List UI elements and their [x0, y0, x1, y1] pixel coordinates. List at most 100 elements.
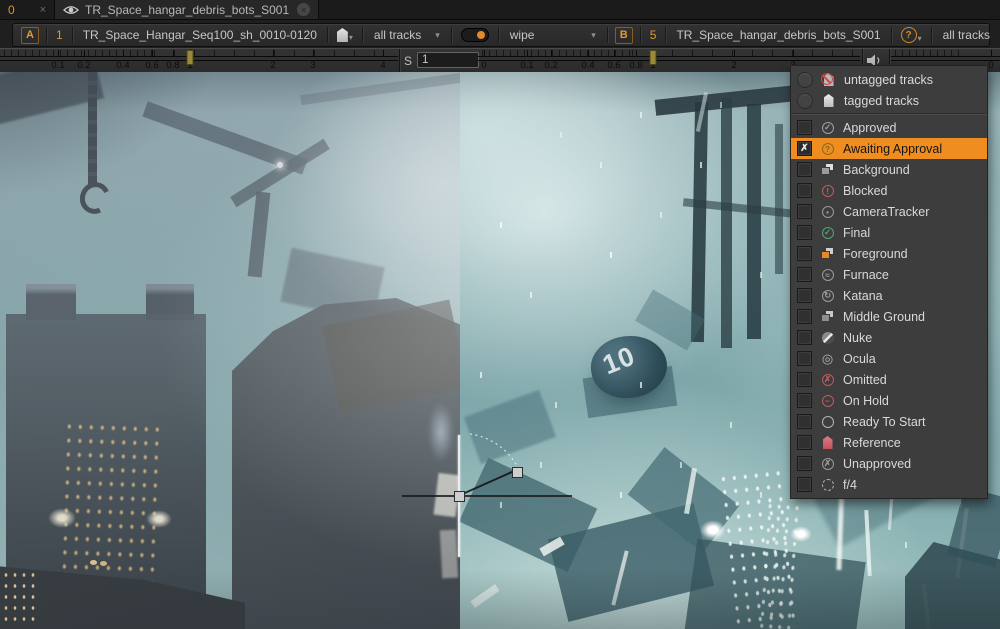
tick [313, 50, 314, 57]
divider [640, 27, 641, 43]
menu-item-tagged-tracks[interactable]: tagged tracks [791, 90, 987, 111]
nuke-icon [820, 331, 835, 345]
checkbox[interactable] [797, 120, 812, 135]
background-layers-icon [820, 163, 835, 177]
tick [123, 50, 124, 57]
tick-label: 0.6 [607, 60, 620, 71]
gain-slider[interactable]: 0.10.20.40.60.81234 [0, 49, 398, 73]
menu-item-untagged-tracks[interactable]: untagged tracks [791, 69, 987, 90]
tab-partial[interactable]: 0 × [0, 0, 55, 19]
checkbox[interactable] [797, 225, 812, 240]
checkbox[interactable] [797, 435, 812, 450]
a-tracks-dropdown[interactable]: all tracks ▾ [366, 28, 448, 42]
tick-label: 0.1 [520, 60, 533, 71]
tick-label: 0.8 [629, 60, 642, 71]
menu-item-middle-ground[interactable]: Middle Ground [791, 306, 987, 327]
tick [614, 50, 615, 57]
checkbox[interactable] [797, 309, 812, 324]
input-b-button[interactable]: B [615, 27, 633, 44]
checkbox[interactable] [797, 246, 812, 261]
gain-marker[interactable] [187, 50, 194, 65]
viewer-toolbar-row: A 1 TR_Space_Hangar_Seq100_sh_0010-0120 … [0, 20, 1000, 48]
blend-mode-dropdown[interactable]: wipe ▾ [502, 28, 604, 42]
tick-label: 0.1 [51, 60, 64, 71]
checkbox[interactable] [797, 393, 812, 408]
menu-item-background[interactable]: Background [791, 159, 987, 180]
menu-item-label: Foreground [843, 247, 908, 261]
tick-band [4, 50, 154, 56]
reference-tag-icon [820, 436, 835, 450]
a-tag-filter-button[interactable]: ▾ [331, 28, 359, 42]
checkbox[interactable] [797, 330, 812, 345]
menu-item-nuke[interactable]: Nuke [791, 327, 987, 348]
gamma-marker[interactable] [650, 50, 657, 65]
light-spot [700, 520, 726, 540]
checkbox[interactable] [797, 372, 812, 387]
tick [383, 50, 384, 57]
divider [607, 27, 608, 43]
menu-item-on-hold[interactable]: −On Hold [791, 390, 987, 411]
menu-item-blocked[interactable]: !Blocked [791, 180, 987, 201]
s-label: S [404, 54, 412, 68]
checkbox[interactable] [797, 351, 812, 366]
checkbox-checked[interactable]: ✗ [797, 141, 812, 156]
menu-item-ready-to-start[interactable]: Ready To Start [791, 411, 987, 432]
checkbox[interactable] [797, 267, 812, 282]
tick [173, 50, 174, 57]
radio[interactable] [797, 93, 813, 109]
divider [931, 27, 932, 43]
menu-item-label: Background [843, 163, 910, 177]
eye-icon [63, 5, 79, 15]
tick-label: 0.8 [166, 60, 179, 71]
menu-item-f-4[interactable]: f/4 [791, 474, 987, 495]
menu-item-approved[interactable]: ✓Approved [791, 117, 987, 138]
input-a-button[interactable]: A [21, 27, 39, 44]
radio[interactable] [797, 72, 813, 88]
menu-item-label: f/4 [843, 478, 857, 492]
menu-item-foreground[interactable]: Foreground [791, 243, 987, 264]
checkbox[interactable] [797, 288, 812, 303]
ab-blend-toggle[interactable] [461, 28, 489, 42]
tick-label: 0.6 [145, 60, 158, 71]
b-tag-filter-button[interactable]: ? ▾ [895, 27, 928, 43]
s-value-input[interactable] [417, 52, 479, 68]
tick-label: 4 [380, 60, 385, 71]
foreground-layers-icon [820, 247, 835, 261]
wipe-center-handle[interactable] [454, 491, 465, 502]
menu-item-ocula[interactable]: ◎Ocula [791, 348, 987, 369]
menu-item-unapproved[interactable]: ✗Unapproved [791, 453, 987, 474]
checkbox[interactable] [797, 204, 812, 219]
tick-label: 0.4 [116, 60, 129, 71]
tag-icon [821, 94, 836, 108]
menu-item-katana[interactable]: ↻Katana [791, 285, 987, 306]
checkbox[interactable] [797, 162, 812, 177]
divider [451, 27, 452, 43]
tick [527, 50, 528, 57]
menu-item-furnace[interactable]: ≈Furnace [791, 264, 987, 285]
close-icon[interactable]: × [40, 4, 46, 16]
menu-item-reference[interactable]: Reference [791, 432, 987, 453]
tag-filter-menu: untagged trackstagged tracks ✓Approved✗?A… [790, 65, 988, 499]
tab-active[interactable]: TR_Space_hangar_debris_bots_S001 × [55, 0, 319, 19]
b-tracks-dropdown[interactable]: all tracks ▾ [935, 28, 1000, 42]
hiero-viewer-window: 0 × TR_Space_hangar_debris_bots_S001 × A… [0, 0, 1000, 629]
tick-label: 3 [310, 60, 315, 71]
checkbox[interactable] [797, 414, 812, 429]
wipe-rotate-handle[interactable] [512, 467, 523, 478]
checkbox[interactable] [797, 456, 812, 471]
menu-item-cameratracker[interactable]: ▪CameraTracker [791, 201, 987, 222]
menu-item-omitted[interactable]: ✗Omitted [791, 369, 987, 390]
close-icon[interactable]: × [297, 3, 310, 16]
viewer-tab-bar: 0 × TR_Space_hangar_debris_bots_S001 × [0, 0, 1000, 20]
checkbox[interactable] [797, 477, 812, 492]
menu-item-awaiting-approval[interactable]: ✗?Awaiting Approval [791, 138, 987, 159]
divider [327, 27, 328, 43]
dropdown-label: all tracks [943, 28, 990, 42]
divider [46, 27, 47, 43]
checkbox[interactable] [797, 183, 812, 198]
menu-item-label: CameraTracker [843, 205, 929, 219]
toggle-dot [477, 31, 485, 39]
menu-item-final[interactable]: ✓Final [791, 222, 987, 243]
awaiting-approval-icon: ? [820, 142, 835, 156]
menu-item-label: Furnace [843, 268, 889, 282]
